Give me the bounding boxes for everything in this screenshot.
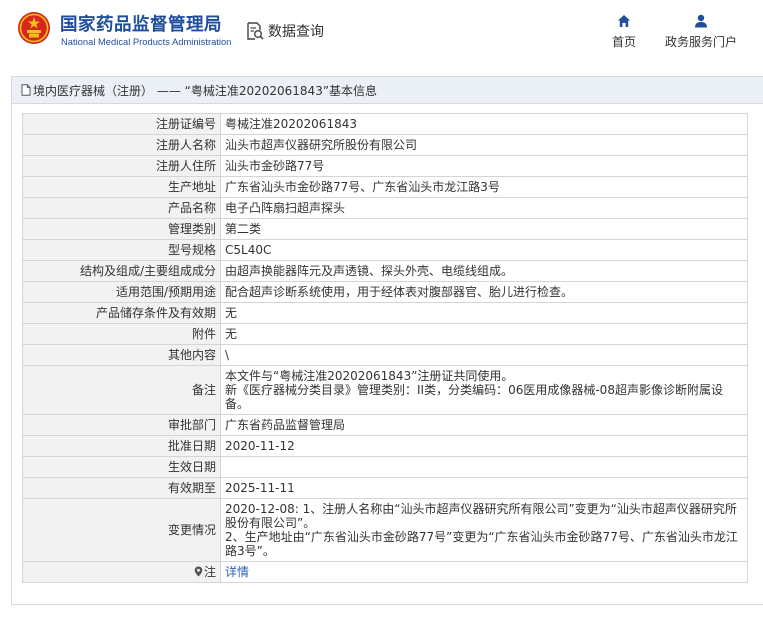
row-value: 无 bbox=[220, 323, 748, 345]
row-value bbox=[220, 456, 748, 478]
note-key-label: 注 bbox=[203, 565, 216, 579]
table-row: 结构及组成/主要组成成分 由超声换能器阵元及声透镜、探头外壳、电缆线组成。 bbox=[22, 260, 748, 282]
row-key: 适用范围/预期用途 bbox=[22, 281, 221, 303]
row-value: 配合超声诊断系统使用，用于经体表对腹部器官、胎儿进行检查。 bbox=[220, 281, 748, 303]
row-key: 生效日期 bbox=[22, 456, 221, 478]
row-value: 广东省药品监督管理局 bbox=[220, 414, 748, 436]
row-value: 汕头市金砂路77号 bbox=[220, 155, 748, 177]
home-icon bbox=[618, 15, 630, 27]
table-row: 型号规格 C5L40C bbox=[22, 239, 748, 261]
site-title: 国家药品监督管理局 bbox=[60, 15, 222, 35]
row-value: 2020-12-08: 1、注册人名称由“汕头市超声仪器研究所有限公司”变更为“… bbox=[220, 498, 748, 562]
row-key: 附件 bbox=[22, 323, 221, 345]
row-value: 2020-11-12 bbox=[220, 435, 748, 457]
row-value: 2025-11-11 bbox=[220, 477, 748, 499]
row-key: 型号规格 bbox=[22, 239, 221, 261]
row-value: 粤械注准20202061843 bbox=[220, 113, 748, 135]
table-row: 产品名称 电子凸阵扇扫超声探头 bbox=[22, 197, 748, 219]
row-key: 有效期至 bbox=[22, 477, 221, 499]
site-header: 国家药品监督管理局 National Medical Products Admi… bbox=[0, 0, 763, 60]
table-row: 备注 本文件与“粤械注准20202061843”注册证共同使用。 新《医疗器械分类… bbox=[22, 365, 748, 415]
table-row: 审批部门 广东省药品监督管理局 bbox=[22, 414, 748, 436]
table-row: 生产地址 广东省汕头市金砂路77号、广东省汕头市龙江路3号 bbox=[22, 176, 748, 198]
data-query-label: 数据查询 bbox=[268, 24, 324, 40]
table-row-note: 注 详情 bbox=[22, 561, 748, 583]
row-key: 注册人名称 bbox=[22, 134, 221, 156]
table-row: 产品储存条件及有效期无 bbox=[22, 302, 748, 324]
row-value: 由超声换能器阵元及声透镜、探头外壳、电缆线组成。 bbox=[220, 260, 748, 282]
row-key: 注册证编号 bbox=[22, 113, 221, 135]
table-row: 其他内容 \ bbox=[22, 344, 748, 366]
table-row: 注册人住所 汕头市金砂路77号 bbox=[22, 155, 748, 177]
row-key: 审批部门 bbox=[22, 414, 221, 436]
row-key: 批准日期 bbox=[22, 435, 221, 457]
detail-link[interactable]: 详情 bbox=[225, 565, 249, 579]
row-key: 管理类别 bbox=[22, 218, 221, 240]
table-row: 生效日期 bbox=[22, 456, 748, 478]
detail-panel: 境内医疗器械（注册） —— “粤械注准20202061843”基本信息 注册证编… bbox=[11, 76, 763, 605]
row-key: 备注 bbox=[22, 365, 221, 415]
note-value-cell: 详情 bbox=[220, 561, 748, 583]
nav-service-label: 政务服务门户 bbox=[664, 35, 737, 49]
row-value: 广东省汕头市金砂路77号、广东省汕头市龙江路3号 bbox=[220, 176, 748, 198]
document-icon bbox=[21, 84, 31, 96]
row-value: 无 bbox=[220, 302, 748, 324]
table-row: 附件无 bbox=[22, 323, 748, 345]
nav-service-portal[interactable]: 政务服务门户 bbox=[660, 14, 742, 50]
row-value: 第二类 bbox=[220, 218, 748, 240]
row-key: 注册人住所 bbox=[22, 155, 221, 177]
table-row: 注册证编号 粤械注准20202061843 bbox=[22, 113, 748, 135]
row-value: \ bbox=[220, 344, 748, 366]
row-key: 变更情况 bbox=[22, 498, 221, 562]
registration-info-table: 注册证编号 粤械注准20202061843 注册人名称 汕头市超声仪器研究所股份有限公… bbox=[22, 113, 748, 583]
table-row: 批准日期 2020-11-12 bbox=[22, 435, 748, 457]
table-row: 变更情况 2020-12-08: 1、注册人名称由“汕头市超声仪器研究所有限公司”… bbox=[22, 498, 748, 562]
row-value: 电子凸阵扇扫超声探头 bbox=[220, 197, 748, 219]
location-pin-icon bbox=[194, 566, 203, 577]
nav-home[interactable]: 首页 bbox=[606, 14, 642, 50]
table-row: 注册人名称 汕头市超声仪器研究所股份有限公司 bbox=[22, 134, 748, 156]
row-value: 本文件与“粤械注准20202061843”注册证共同使用。 新《医疗器械分类目录… bbox=[220, 365, 748, 415]
panel-title: 境内医疗器械（注册） —— “粤械注准20202061843”基本信息 bbox=[33, 83, 378, 98]
panel-title-bar: 境内医疗器械（注册） —— “粤械注准20202061843”基本信息 bbox=[12, 77, 763, 104]
data-query-brand[interactable]: 数据查询 bbox=[246, 20, 324, 42]
row-key: 生产地址 bbox=[22, 176, 221, 198]
row-value: 汕头市超声仪器研究所股份有限公司 bbox=[220, 134, 748, 156]
row-key: 结构及组成/主要组成成分 bbox=[22, 260, 221, 282]
table-row: 管理类别 第二类 bbox=[22, 218, 748, 240]
table-row: 适用范围/预期用途 配合超声诊断系统使用，用于经体表对腹部器官、胎儿进行检查。 bbox=[22, 281, 748, 303]
row-key: 其他内容 bbox=[22, 344, 221, 366]
search-document-icon bbox=[247, 22, 264, 40]
row-value: C5L40C bbox=[220, 239, 748, 261]
row-key: 产品名称 bbox=[22, 197, 221, 219]
site-subtitle: National Medical Products Administration bbox=[61, 36, 232, 47]
note-key-cell: 注 bbox=[22, 561, 221, 583]
user-icon bbox=[695, 14, 707, 28]
row-key: 产品储存条件及有效期 bbox=[22, 302, 221, 324]
nav-home-label: 首页 bbox=[611, 35, 636, 49]
national-emblem-icon bbox=[18, 12, 50, 44]
table-row: 有效期至 2025-11-11 bbox=[22, 477, 748, 499]
